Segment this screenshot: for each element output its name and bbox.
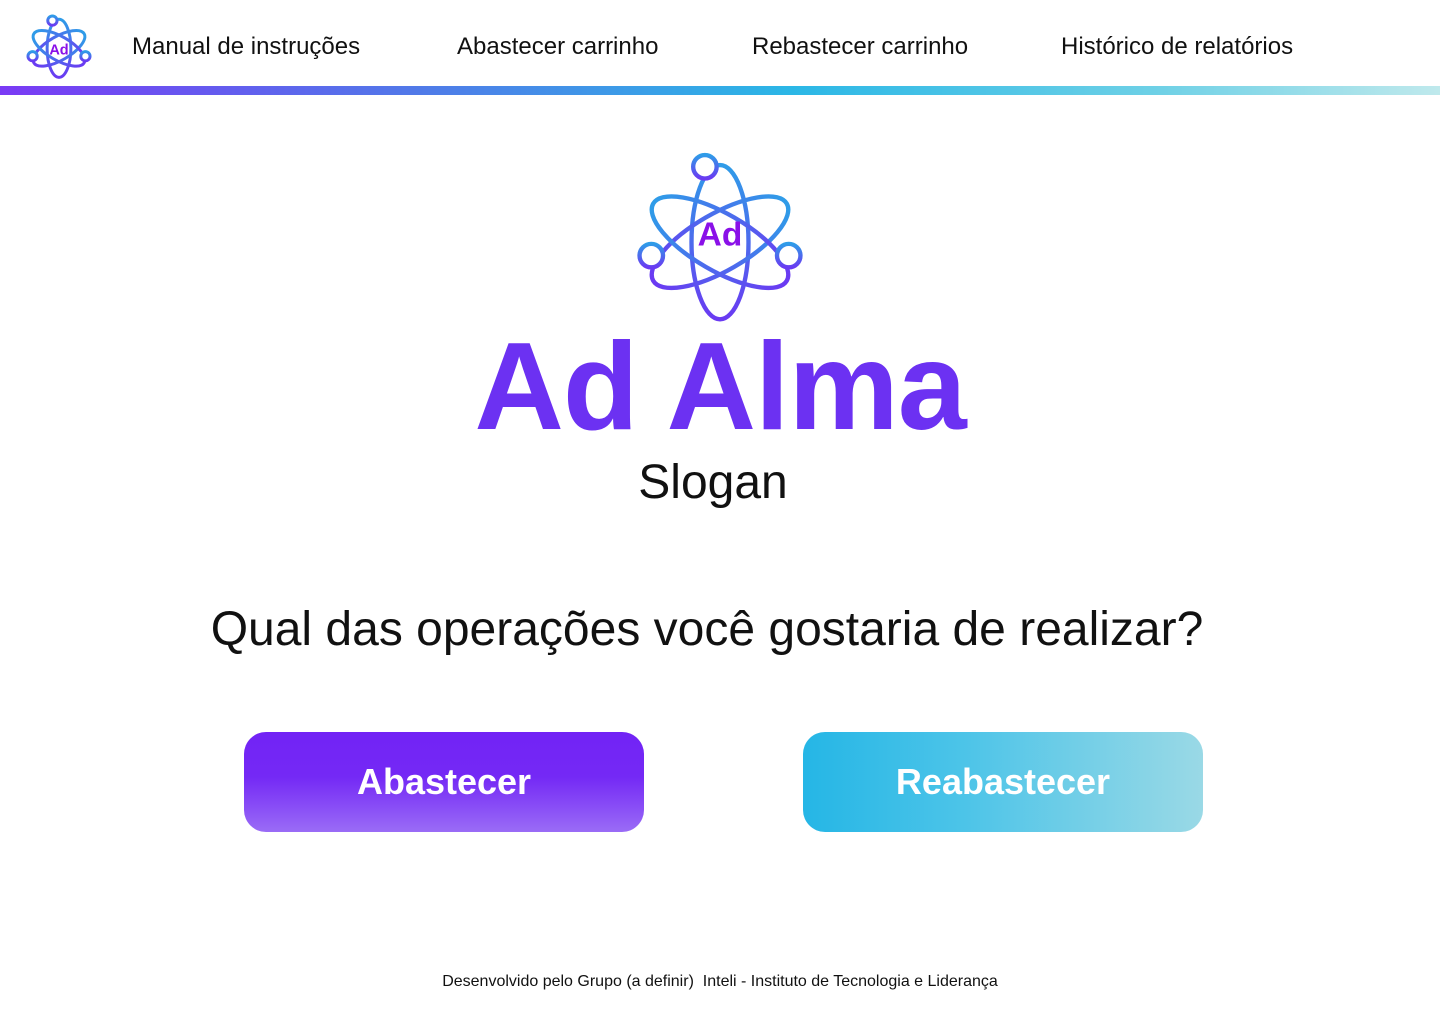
- operation-question: Qual das operações você gostaria de real…: [210, 603, 1204, 656]
- top-nav-bar: Ad Manual de instruções Abastecer carrin…: [0, 0, 1440, 86]
- reabastecer-button[interactable]: Reabastecer: [803, 732, 1203, 832]
- nav-link-historico-relatorios[interactable]: Histórico de relatórios: [1061, 28, 1293, 66]
- nav-link-rebastecer-carrinho[interactable]: Rebastecer carrinho: [752, 28, 968, 66]
- header-gradient-divider: [0, 86, 1440, 95]
- brand-name: Ad Alma: [474, 318, 966, 456]
- hero-logo-icon: Ad: [636, 150, 804, 326]
- header-logo-icon[interactable]: Ad: [26, 14, 92, 80]
- nav-link-manual[interactable]: Manual de instruções: [132, 28, 360, 66]
- footer-credits: Desenvolvido pelo Grupo (a definir) Inte…: [442, 973, 998, 990]
- hero-logo-text: Ad: [698, 217, 743, 254]
- brand-slogan: Slogan: [638, 456, 788, 509]
- home-page: Ad Manual de instruções Abastecer carrin…: [0, 0, 1440, 1024]
- abastecer-button[interactable]: Abastecer: [244, 732, 644, 832]
- nav-link-abastecer-carrinho[interactable]: Abastecer carrinho: [457, 28, 658, 66]
- header-logo-text: Ad: [49, 42, 68, 58]
